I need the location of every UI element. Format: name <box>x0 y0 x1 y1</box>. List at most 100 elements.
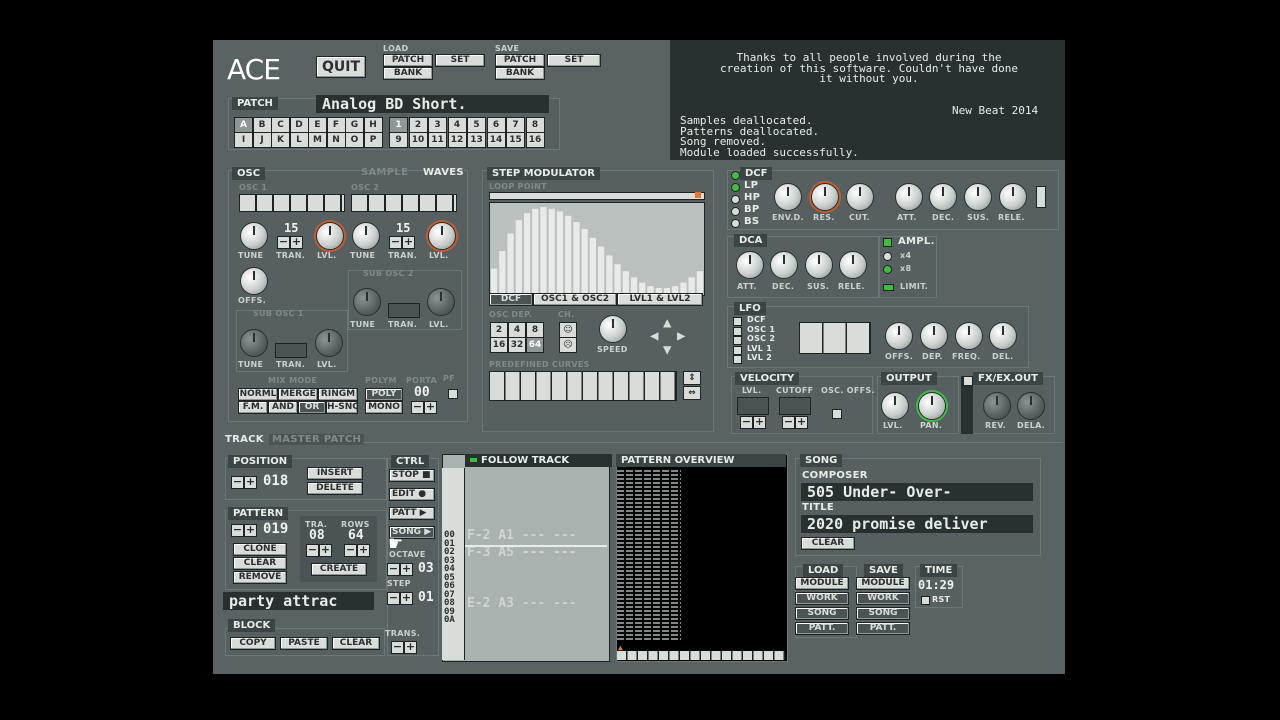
follow-track-led[interactable] <box>470 458 477 462</box>
sub-osc2-level-knob[interactable] <box>427 288 455 316</box>
dcf-att-knob[interactable] <box>895 183 923 211</box>
step-tab-osc[interactable]: OSC1 & OSC2 <box>533 293 617 306</box>
step-tab-dcf[interactable]: DCF <box>489 293 533 306</box>
mix-and-button[interactable]: AND <box>268 401 298 414</box>
dcf-envd-knob[interactable] <box>774 183 802 211</box>
trans-stepper[interactable]: − + <box>391 641 417 654</box>
patch-letter-button[interactable]: N <box>326 132 346 148</box>
ampl-x8-led[interactable] <box>883 265 892 274</box>
patch-name-display[interactable]: Analog BD Short. <box>316 95 549 113</box>
load-work-button[interactable]: WORK <box>795 592 849 605</box>
patch-letter-button[interactable]: I <box>234 132 253 148</box>
save-song-button[interactable]: SONG <box>856 607 910 620</box>
dcf-sus-knob[interactable] <box>964 183 992 211</box>
osc-offset-knob[interactable] <box>240 267 268 295</box>
dca-att-knob[interactable] <box>736 251 764 279</box>
osc1-tran-stepper[interactable]: − + <box>277 236 303 249</box>
patch-number-button[interactable]: 4 <box>447 117 467 133</box>
lfo-del-knob[interactable] <box>989 322 1017 350</box>
output-pan-knob[interactable] <box>918 392 946 420</box>
save-patch-button[interactable]: PATCH <box>495 54 545 67</box>
lfo-waveform-grid[interactable] <box>799 322 871 354</box>
pattern-overview-mute-row[interactable] <box>617 651 785 660</box>
dcf-bp-led[interactable] <box>731 207 740 216</box>
step-mod-bar[interactable] <box>565 215 572 295</box>
patch-number-button[interactable]: 15 <box>506 132 525 148</box>
osc2-level-knob[interactable] <box>428 222 456 250</box>
pattern-tra-stepper[interactable]: − + <box>306 544 332 557</box>
curve-scroll-up-icon[interactable]: ⇕ <box>683 371 701 385</box>
pattern-name-display[interactable]: party attrac <box>223 592 374 610</box>
song-title-field[interactable]: 2020 promise deliver <box>801 515 1033 533</box>
lfo-dep-knob[interactable] <box>920 322 948 350</box>
step-mod-bar[interactable] <box>548 208 555 295</box>
dcf-dec-knob[interactable] <box>929 183 957 211</box>
pattern-create-button[interactable]: CREATE <box>311 563 367 576</box>
poly-button[interactable]: POLY <box>365 388 403 401</box>
ampl-x4-led[interactable] <box>883 252 892 261</box>
patch-letter-button[interactable]: D <box>289 117 309 133</box>
tab-master-patch[interactable]: MASTER PATCH <box>269 434 365 445</box>
loop-point-bar[interactable] <box>489 192 705 200</box>
patch-number-button[interactable]: 11 <box>428 132 447 148</box>
osc2-tran-stepper[interactable]: − + <box>389 236 415 249</box>
dca-rele-knob[interactable] <box>839 251 867 279</box>
output-lvl-knob[interactable] <box>881 392 909 420</box>
dca-sus-knob[interactable] <box>805 251 833 279</box>
ch-smile-icon[interactable]: ☺ <box>559 322 577 338</box>
step-mod-bar[interactable] <box>696 271 703 295</box>
patch-number-button[interactable]: 1 <box>389 117 408 133</box>
velocity-lvl-curve[interactable] <box>737 397 769 415</box>
patch-number-button[interactable]: 16 <box>525 132 545 148</box>
pattern-clear-button[interactable]: CLEAR <box>233 557 287 570</box>
delete-button[interactable]: DELETE <box>307 482 363 495</box>
sub-osc2-tran-box[interactable] <box>388 303 420 318</box>
patch-letter-button[interactable]: K <box>271 132 290 148</box>
dep-64-button[interactable]: 64 <box>526 337 544 353</box>
dcf-lp-led[interactable] <box>731 183 740 192</box>
patch-number-button[interactable]: 13 <box>467 132 486 148</box>
mix-merge-button[interactable]: MERGE <box>278 388 318 401</box>
velocity-cutoff-stepper[interactable]: − + <box>782 416 808 429</box>
quit-button[interactable]: QUIT <box>316 56 366 78</box>
dca-dec-knob[interactable] <box>770 251 798 279</box>
patch-number-button[interactable]: 7 <box>506 117 525 133</box>
play-pattern-button[interactable]: PATT ▶ <box>389 507 435 520</box>
track-row-note[interactable]: F-2 A1 --- --- <box>467 528 577 543</box>
lfo-target-checkbox[interactable] <box>733 336 742 345</box>
osc1-wave-selector[interactable] <box>239 194 345 212</box>
velocity-lvl-stepper[interactable]: − + <box>740 416 766 429</box>
save-patt-button[interactable]: PATT. <box>856 622 910 635</box>
composer-field[interactable]: 505 Under- Over- <box>801 483 1033 501</box>
step-mod-bar[interactable] <box>573 221 580 295</box>
save-module-button[interactable]: MODULE <box>856 577 910 590</box>
stop-button[interactable]: STOP ■ <box>389 469 435 482</box>
block-copy-button[interactable]: COPY <box>230 637 276 650</box>
lfo-target-checkbox[interactable] <box>733 345 742 355</box>
patch-number-button[interactable]: 6 <box>486 117 506 133</box>
step-mod-bar[interactable] <box>606 255 613 295</box>
dep-16-button[interactable]: 16 <box>490 337 508 353</box>
velocity-osc-offs-checkbox[interactable] <box>832 409 842 419</box>
fx-checkbox[interactable] <box>963 376 973 386</box>
limit-led[interactable] <box>883 284 894 291</box>
load-bank-button[interactable]: BANK <box>383 67 433 80</box>
tab-track[interactable]: TRACK <box>225 434 264 445</box>
patch-letter-button[interactable]: H <box>363 117 383 133</box>
patch-letter-button[interactable]: E <box>308 117 327 133</box>
lfo-target-checkbox[interactable] <box>733 326 742 336</box>
mono-button[interactable]: MONO <box>365 401 403 414</box>
mix-normal-button[interactable]: NORML <box>238 388 278 401</box>
patch-letter-button[interactable]: P <box>363 132 383 148</box>
osc-sample-tab[interactable]: SAMPLE <box>361 167 408 178</box>
dcf-cut-knob[interactable] <box>846 183 874 211</box>
block-clear-button[interactable]: CLEAR <box>332 637 380 650</box>
osc2-tune-knob[interactable] <box>352 222 380 250</box>
pattern-rows-stepper[interactable]: − + <box>344 544 370 557</box>
patch-letter-button[interactable]: A <box>234 117 253 133</box>
dcf-rele-knob[interactable] <box>999 183 1027 211</box>
step-tab-lvl[interactable]: LVL1 & LVL2 <box>617 293 703 306</box>
mix-hsnc-button[interactable]: H-SNC <box>326 401 358 414</box>
step-mod-bars[interactable] <box>490 203 704 295</box>
dep-2-button[interactable]: 2 <box>490 322 508 338</box>
